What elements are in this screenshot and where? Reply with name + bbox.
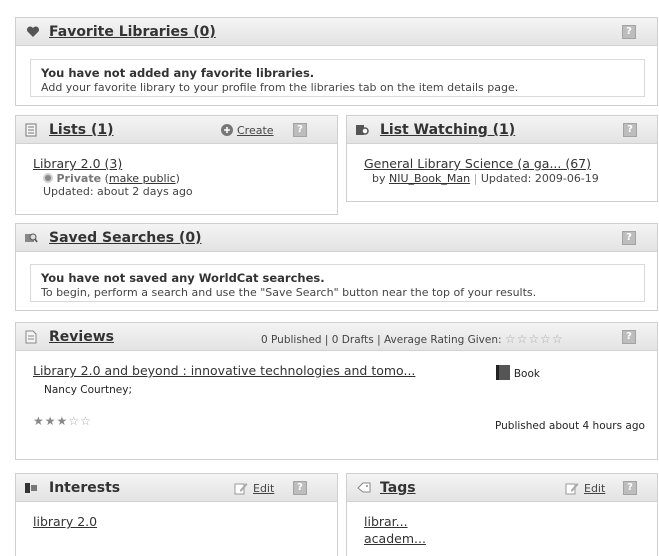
edit-pencil-icon[interactable] <box>234 481 248 495</box>
help-icon[interactable]: ? <box>623 123 637 137</box>
favorite-libraries-header: Favorite Libraries (0) ? <box>16 18 657 46</box>
help-icon[interactable]: ? <box>293 123 307 137</box>
meta-separator: | <box>473 172 478 185</box>
watched-list-title[interactable]: General Library Science (a ga... (67) <box>364 156 599 171</box>
help-icon[interactable]: ? <box>623 481 637 495</box>
star-empty-icon: ☆ <box>528 332 541 346</box>
by-label: by <box>372 172 386 185</box>
list-icon <box>25 123 37 137</box>
format-badge: Book <box>496 365 540 380</box>
book-icon <box>496 365 510 380</box>
make-public-link[interactable]: make public <box>109 172 176 185</box>
list-watching-header: List Watching (1) ? <box>347 116 657 144</box>
review-rating-stars: ★★★☆☆ <box>33 414 92 428</box>
edit-interests-button[interactable]: Edit <box>253 482 274 495</box>
saved-search-icon <box>25 233 38 243</box>
reviews-stats: 0 Published | 0 Drafts | Average Rating … <box>261 332 564 346</box>
notice-title: You have not added any favorite librarie… <box>41 66 315 80</box>
star-empty-icon: ☆ <box>504 332 517 346</box>
review-published: Published about 4 hours ago <box>495 420 645 432</box>
star-filled-icon: ★ <box>56 414 69 428</box>
tag-list: librar... academ... <box>364 514 426 546</box>
star-empty-icon: ☆ <box>68 414 81 428</box>
watched-list-updated: Updated: 2009-06-19 <box>480 172 599 185</box>
create-list-button[interactable]: Create <box>237 124 274 137</box>
watched-list-item: General Library Science (a ga... (67) by… <box>364 156 599 185</box>
tag-icon <box>357 482 371 493</box>
reviews-title[interactable]: Reviews <box>49 329 114 345</box>
reviews-stats-text: 0 Published | 0 Drafts | Average Rating … <box>261 334 502 346</box>
average-rating-stars: ☆☆☆☆☆ <box>505 332 564 346</box>
lists-header: Lists (1) Create ? <box>16 116 337 144</box>
help-icon[interactable]: ? <box>293 481 307 495</box>
favorite-libraries-panel: Favorite Libraries (0) ? You have not ad… <box>15 17 658 106</box>
edit-tags-button[interactable]: Edit <box>584 482 605 495</box>
list-item: Library 2.0 (3) Private (make public) Up… <box>33 156 193 198</box>
favorite-libraries-notice: You have not added any favorite librarie… <box>30 59 645 97</box>
star-filled-icon: ★ <box>44 414 57 428</box>
star-empty-icon: ☆ <box>516 332 529 346</box>
list-item-title[interactable]: Library 2.0 (3) <box>33 156 193 171</box>
watch-list-icon <box>356 125 369 135</box>
watched-list-meta: by NIU_Book_Man | Updated: 2009-06-19 <box>372 172 599 185</box>
star-empty-icon: ☆ <box>551 332 564 346</box>
reviews-panel: Reviews 0 Published | 0 Drafts | Average… <box>15 322 658 460</box>
radio-icon <box>43 173 53 183</box>
star-empty-icon: ☆ <box>80 414 92 428</box>
interests-icon <box>25 483 37 493</box>
star-empty-icon: ☆ <box>540 332 552 346</box>
lists-title[interactable]: Lists (1) <box>49 122 114 138</box>
heart-icon <box>26 26 40 37</box>
saved-searches-panel: Saved Searches (0) ? You have not saved … <box>15 223 658 311</box>
tags-header: Tags Edit ? <box>347 474 657 502</box>
review-item-title[interactable]: Library 2.0 and beyond : innovative tech… <box>33 363 415 378</box>
saved-searches-header: Saved Searches (0) ? <box>16 224 657 252</box>
list-updated: Updated: about 2 days ago <box>43 185 193 198</box>
plus-circle-icon[interactable] <box>220 123 234 137</box>
interests-panel: Interests Edit ? library 2.0 <box>15 473 338 556</box>
tag-item[interactable]: academ... <box>364 531 426 546</box>
tags-title[interactable]: Tags <box>380 480 416 496</box>
help-icon[interactable]: ? <box>622 25 636 39</box>
help-icon[interactable]: ? <box>622 231 636 245</box>
saved-searches-notice: You have not saved any WorldCat searches… <box>30 264 645 302</box>
interest-item[interactable]: library 2.0 <box>33 514 97 529</box>
help-icon[interactable]: ? <box>622 330 636 344</box>
edit-pencil-icon[interactable] <box>565 481 579 495</box>
privacy-label: Private <box>56 172 102 185</box>
favorite-libraries-title[interactable]: Favorite Libraries (0) <box>49 24 216 40</box>
list-watching-panel: List Watching (1) ? General Library Scie… <box>346 115 658 202</box>
notice-title: You have not saved any WorldCat searches… <box>41 271 325 285</box>
author-link[interactable]: NIU_Book_Man <box>389 172 470 185</box>
format-label: Book <box>513 368 540 380</box>
notice-body: To begin, perform a search and use the "… <box>41 286 537 299</box>
saved-searches-title[interactable]: Saved Searches (0) <box>49 230 201 246</box>
lists-panel: Lists (1) Create ? Library 2.0 (3) Priva… <box>15 115 338 215</box>
interests-title: Interests <box>49 480 121 496</box>
notice-body: Add your favorite library to your profil… <box>41 81 519 94</box>
list-watching-title[interactable]: List Watching (1) <box>380 122 515 138</box>
star-filled-icon: ★ <box>33 414 45 428</box>
tag-item[interactable]: librar... <box>364 514 426 529</box>
tags-panel: Tags Edit ? librar... academ... <box>346 473 658 556</box>
list-privacy: Private (make public) <box>43 172 193 185</box>
review-item-author: Nancy Courtney; <box>44 384 132 396</box>
review-icon <box>25 330 37 344</box>
reviews-header: Reviews 0 Published | 0 Drafts | Average… <box>16 323 657 351</box>
interests-header: Interests Edit ? <box>16 474 337 502</box>
